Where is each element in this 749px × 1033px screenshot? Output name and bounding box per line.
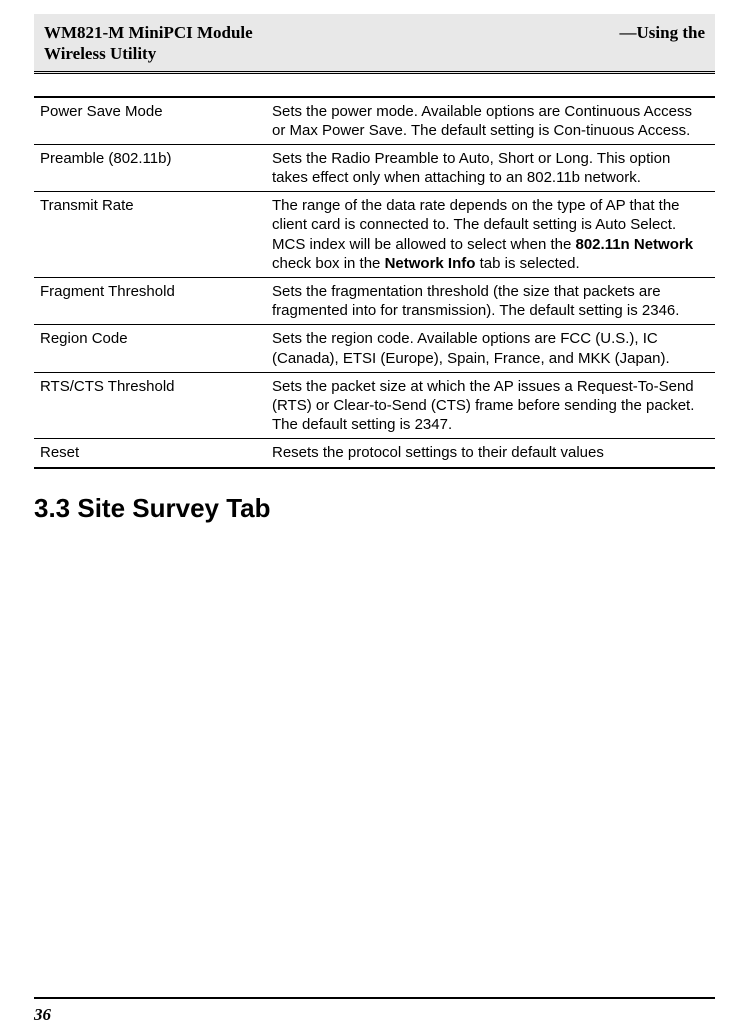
setting-desc: Sets the fragmentation threshold (the si… xyxy=(266,278,715,325)
table-row: Power Save Mode Sets the power mode. Ava… xyxy=(34,97,715,145)
desc-text: check box in the xyxy=(272,255,385,272)
desc-bold: Network Info xyxy=(385,255,476,272)
setting-desc: Sets the region code. Available options … xyxy=(266,325,715,372)
desc-text: tab is selected. xyxy=(475,255,579,272)
settings-table: Power Save Mode Sets the power mode. Ava… xyxy=(34,96,715,469)
setting-desc: The range of the data rate depends on th… xyxy=(266,192,715,278)
table-row: Transmit Rate The range of the data rate… xyxy=(34,192,715,278)
setting-name: Fragment Threshold xyxy=(34,278,266,325)
setting-name: RTS/CTS Threshold xyxy=(34,372,266,439)
page-footer: 36 xyxy=(34,997,715,1033)
setting-name: Region Code xyxy=(34,325,266,372)
setting-name: Power Save Mode xyxy=(34,97,266,145)
setting-name: Preamble (802.11b) xyxy=(34,144,266,191)
header-left: WM821-M MiniPCI Module Wireless Utility xyxy=(44,22,253,65)
header-product: WM821-M MiniPCI Module xyxy=(44,23,253,42)
setting-desc: Sets the power mode. Available options a… xyxy=(266,97,715,145)
header-subtitle: Wireless Utility xyxy=(44,44,156,63)
setting-name: Reset xyxy=(34,439,266,468)
table-row: Preamble (802.11b) Sets the Radio Preamb… xyxy=(34,144,715,191)
table-row: Reset Resets the protocol settings to th… xyxy=(34,439,715,468)
setting-desc: Resets the protocol settings to their de… xyxy=(266,439,715,468)
setting-desc: Sets the packet size at which the AP iss… xyxy=(266,372,715,439)
section-heading: 3.3 Site Survey Tab xyxy=(34,493,715,524)
table-row: Region Code Sets the region code. Availa… xyxy=(34,325,715,372)
table-row: RTS/CTS Threshold Sets the packet size a… xyxy=(34,372,715,439)
header-right: —Using the xyxy=(585,22,705,65)
setting-desc: Sets the Radio Preamble to Auto, Short o… xyxy=(266,144,715,191)
page-number: 36 xyxy=(34,1005,51,1024)
setting-name: Transmit Rate xyxy=(34,192,266,278)
table-row: Fragment Threshold Sets the fragmentatio… xyxy=(34,278,715,325)
header-section: —Using the xyxy=(620,23,705,42)
desc-bold: 802.11n Network xyxy=(576,236,694,253)
page-header: WM821-M MiniPCI Module Wireless Utility … xyxy=(34,14,715,74)
